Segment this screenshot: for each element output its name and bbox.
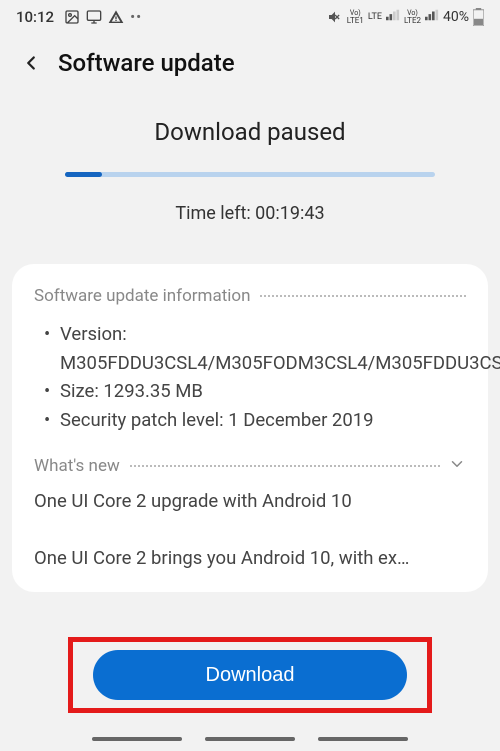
patch-row: Security patch level: 1 December 2019 (44, 406, 466, 435)
version-row: Version: M305FDDU3CSL4/M305FODM3CSL4/M30… (44, 320, 466, 377)
network-type-1: LTE (368, 13, 382, 21)
progress-fill (65, 172, 102, 177)
chevron-left-icon (20, 52, 42, 74)
whats-new-line2: One UI Core 2 brings you Android 10, wit… (34, 544, 466, 574)
info-section-header: Software update information (34, 286, 466, 306)
whats-new-header[interactable]: What's new (34, 455, 466, 477)
mute-icon (327, 9, 343, 25)
progress-bar (65, 172, 435, 177)
warning-icon (108, 9, 124, 25)
header: Software update (0, 30, 500, 88)
nav-home[interactable] (205, 737, 295, 741)
info-section-title: Software update information (34, 286, 250, 306)
clock: 10:12 (16, 8, 54, 26)
signal-icon-1 (386, 9, 400, 25)
info-card: Software update information Version: M30… (12, 264, 488, 592)
sim1-indicator: Vo) LTE1 (347, 9, 364, 25)
status-bar: 10:12 •• Vo) LTE1 LTE Vo) LTE2 40% (0, 0, 500, 30)
size-row: Size: 1293.35 MB (44, 377, 466, 406)
whats-new-line1: One UI Core 2 upgrade with Android 10 (34, 487, 466, 517)
battery-percent: 40% (443, 9, 469, 25)
chevron-down-icon (448, 455, 466, 477)
whats-new-title: What's new (34, 456, 120, 476)
info-list: Version: M305FDDU3CSL4/M305FODM3CSL4/M30… (34, 320, 466, 435)
download-button[interactable]: Download (93, 650, 407, 700)
nav-recent[interactable] (92, 737, 182, 741)
whats-new-section: What's new One UI Core 2 upgrade with An… (34, 455, 466, 574)
sim2-indicator: Vo) LTE2 (404, 9, 421, 25)
status-left: 10:12 •• (16, 8, 142, 26)
more-icon: •• (130, 8, 142, 26)
battery-icon (473, 8, 484, 26)
time-left: Time left: 00:19:43 (0, 203, 500, 224)
dotted-divider (260, 295, 466, 297)
dotted-divider (130, 465, 440, 467)
signal-icon-2 (425, 9, 439, 25)
page-title: Software update (58, 49, 235, 77)
display-icon (86, 9, 102, 25)
bottom-area: Download (0, 637, 500, 741)
status-right: Vo) LTE1 LTE Vo) LTE2 40% (327, 8, 484, 26)
navigation-bar (20, 731, 480, 741)
download-status: Download paused (0, 118, 500, 146)
nav-back[interactable] (318, 737, 408, 741)
download-status-section: Download paused Time left: 00:19:43 (0, 88, 500, 234)
back-button[interactable] (16, 48, 46, 78)
highlight-box: Download (68, 637, 432, 713)
image-icon (64, 9, 80, 25)
